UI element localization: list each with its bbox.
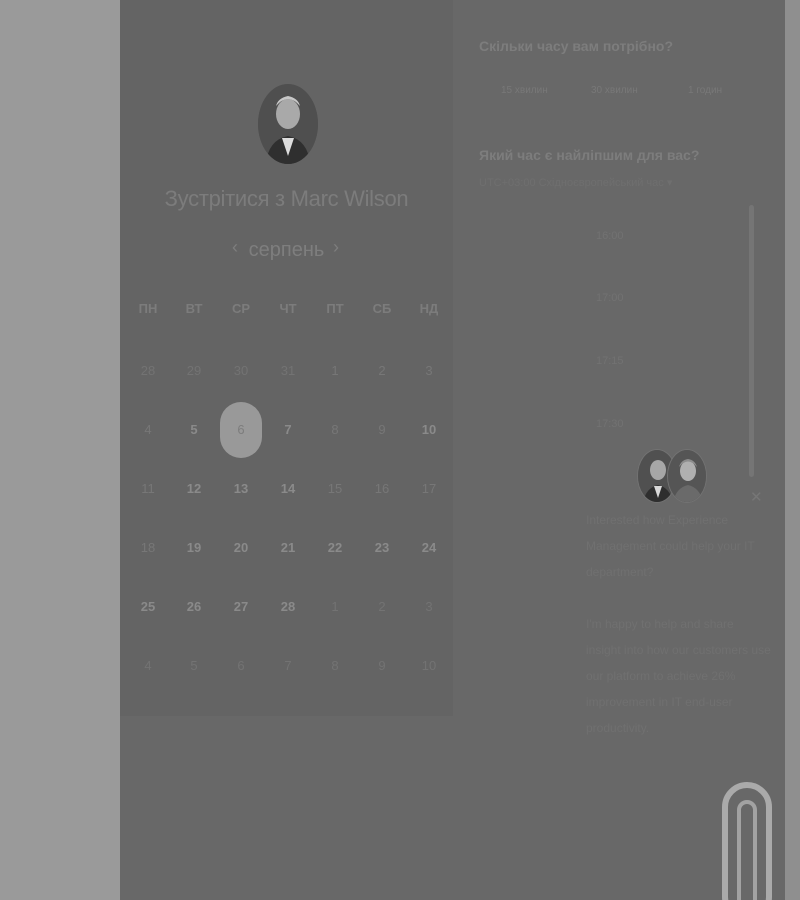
calendar-day[interactable]: 25 [125,597,171,617]
calendar-day[interactable]: 7 [265,420,311,440]
chevron-left-icon[interactable]: ‹ [232,237,238,258]
calendar-day: 16 [374,481,390,496]
time-slot[interactable]: 16:00 [596,230,624,242]
calendar-day: 29 [186,363,202,378]
calendar-day-selected[interactable]: 6 [220,402,262,458]
calendar-day: 1 [331,599,339,614]
weekday-header: СБ [372,301,392,316]
calendar-day[interactable]: 12 [171,479,217,499]
weekday-header: НД [419,301,439,316]
calendar-day[interactable]: 10 [406,420,452,440]
meeting-title: Зустрітися з Marc Wilson [164,186,409,211]
calendar-day[interactable]: 28 [265,597,311,617]
weekday-header: ПТ [326,301,344,316]
calendar-day: 4 [144,658,152,673]
calendar-day[interactable]: 5 [171,420,217,440]
time-slot[interactable]: 17:00 [596,292,624,304]
page-scrollbar[interactable] [785,0,800,900]
time-slots-scrollbar[interactable] [749,205,754,477]
weekday-header: ПН [138,301,158,316]
calendar-day[interactable]: 23 [359,538,405,558]
month-navigator: ‹ серпень › [120,235,453,265]
calendar-day: 18 [140,540,156,555]
weekday-header: ВТ [185,301,203,316]
chevron-down-icon: ▾ [666,177,673,189]
close-icon[interactable]: ✕ [750,488,763,506]
weekday-header: ЧТ [279,301,297,316]
time-question: Який час є найліпшим для вас? [479,147,700,163]
duration-option[interactable]: 15 хвилин [501,85,548,96]
calendar-day: 8 [331,658,339,673]
calendar-day: 1 [331,363,339,378]
duration-option[interactable]: 30 хвилин [591,85,638,96]
chat-launcher-icon [737,800,757,900]
timezone-label: UTC+03:00 Східноєвропейський час [479,177,664,189]
calendar-day: 3 [425,599,433,614]
calendar-day: 17 [421,481,437,496]
calendar-day[interactable]: 27 [218,597,264,617]
calendar-day[interactable]: 21 [265,538,311,558]
timezone-select[interactable]: UTC+03:00 Східноєвропейський час ▾ [479,176,672,189]
calendar-day: 4 [144,422,152,437]
host-avatar [258,84,318,164]
calendar-day: 8 [331,422,339,437]
calendar-day: 15 [327,481,343,496]
weekday-header: СР [231,301,251,316]
calendar-day: 9 [378,658,386,673]
calendar-day: 3 [425,363,433,378]
calendar-day: 5 [190,658,198,673]
calendar-day[interactable]: 22 [312,538,358,558]
calendar-day: 11 [141,481,155,496]
calendar-day: 2 [378,363,386,378]
time-slot[interactable]: 17:30 [596,418,624,430]
time-slot[interactable]: 17:15 [596,355,624,367]
calendar-day[interactable]: 24 [406,538,452,558]
page-backdrop [0,0,120,900]
chat-message: I'm happy to help and share insight into… [586,617,771,735]
calendar-day[interactable]: 13 [218,479,264,499]
calendar-day: 30 [233,363,249,378]
month-label: серпень [248,239,325,261]
calendar-day[interactable]: 20 [218,538,264,558]
calendar-day: 9 [378,422,386,437]
calendar-day[interactable]: 14 [265,479,311,499]
calendar-day[interactable]: 26 [171,597,217,617]
calendar-day[interactable]: 19 [171,538,217,558]
calendar-day: 6 [237,658,245,673]
duration-question: Скільки часу вам потрібно? [479,38,674,54]
calendar-day: 2 [378,599,386,614]
calendar-day: 28 [140,363,156,378]
chevron-right-icon[interactable]: › [333,237,339,258]
agent-avatar [667,449,707,503]
duration-option[interactable]: 1 годин [688,85,722,96]
chat-message: Interested how Experience Management cou… [586,513,755,579]
calendar-day: 10 [421,658,437,673]
calendar-day: 7 [284,658,292,673]
calendar-day: 31 [280,363,296,378]
